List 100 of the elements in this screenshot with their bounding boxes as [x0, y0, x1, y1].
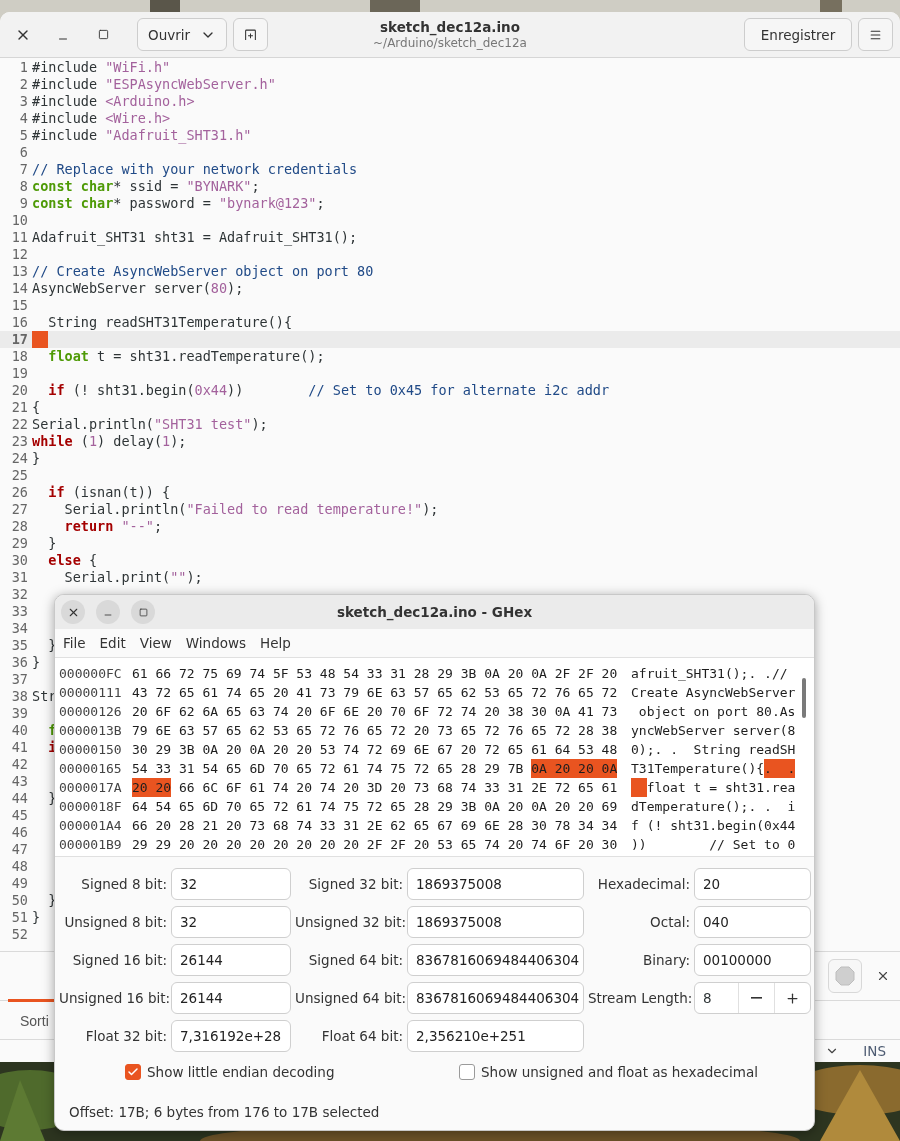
hex-offset: 0000018F	[59, 798, 123, 816]
field-label: Unsigned 32 bit:	[295, 914, 403, 930]
value-field[interactable]: 040	[694, 906, 811, 938]
plus-icon	[785, 990, 800, 1006]
line-number: 44	[10, 790, 29, 807]
code-line: Adafruit_SHT31 sht31 = Adafruit_SHT31();	[32, 229, 358, 246]
stop-button[interactable]	[828, 959, 862, 993]
menu-item[interactable]: File	[56, 635, 93, 651]
ascii-text[interactable]: float t = sht31.rea	[646, 778, 796, 797]
code-line: const char* password = "bynark@123";	[32, 195, 325, 212]
value-field[interactable]: 8367816069484406304	[407, 982, 584, 1014]
hex-bytes[interactable]: 29 29 20 20 20 20 20 20 20 20 2F 2F 20 53 65 74 20 74 6F 20 30	[132, 835, 618, 854]
line-number: 28	[10, 518, 29, 535]
checkbox[interactable]	[125, 1064, 141, 1080]
menu-item[interactable]: View	[132, 635, 179, 651]
scrollbar-thumb[interactable]	[802, 678, 806, 718]
hex-bytes[interactable]: 64 54 65 6D 70 65 72 61 74 75 72 65 28 29 3B 0A 20 0A 20 20 69	[132, 797, 618, 816]
close-icon[interactable]	[876, 969, 890, 983]
ascii-text[interactable]: afruit_SHT31();. .//	[631, 664, 796, 683]
code-line: // Replace with your network credentials	[32, 161, 358, 178]
hex-offset: 000001B9	[59, 836, 123, 854]
value-field[interactable]: 26144	[171, 982, 291, 1014]
menu-button[interactable]	[858, 18, 893, 51]
menu-item[interactable]: Help	[253, 635, 298, 651]
hex-bytes[interactable]: 30 29 3B 0A 20 0A 20 20 53 74 72 69 6E 67 20 72 65 61 64 53 48	[132, 740, 618, 759]
selected-text[interactable]: . .	[764, 759, 796, 778]
spin-value[interactable]: 8	[695, 983, 738, 1013]
line-number: 15	[10, 297, 29, 314]
code-line: #include "ESPAsyncWebServer.h"	[32, 76, 276, 93]
ascii-text[interactable]: yncWebServer server(8	[631, 721, 796, 740]
value-field[interactable]: 1869375008	[407, 906, 584, 938]
value-field[interactable]: 1869375008	[407, 868, 584, 900]
value-field[interactable]: 00100000	[694, 944, 811, 976]
save-button[interactable]: Enregistrer	[744, 18, 852, 51]
hex-offset: 00000126	[59, 703, 123, 721]
line-number: 47	[10, 841, 29, 858]
file-path: ~/Arduino/sketch_dec12a	[373, 35, 527, 51]
stream-length-spinner[interactable]: 8	[694, 982, 811, 1014]
line-number: 30	[10, 552, 29, 569]
value-field[interactable]: 26144	[171, 944, 291, 976]
hex-bytes[interactable]: 54 33 31 54 65 6D 70 65 72 61 74 75 72 65 28 29 7B	[132, 759, 524, 778]
line-number: 2	[18, 76, 29, 93]
ascii-text[interactable]: f (! sht31.begin(0x44	[631, 816, 796, 835]
minimize-button[interactable]	[96, 600, 120, 624]
status-text: Offset: 17B; 6 bytes from 176 to 17B selected	[68, 1104, 381, 1120]
line-number: 31	[10, 569, 29, 586]
code-line: Str	[32, 688, 57, 705]
new-tab-button[interactable]	[233, 18, 269, 51]
insert-mode-indicator[interactable]: INS	[863, 1043, 886, 1059]
hex-bytes[interactable]: 20 6F 62 6A 65 63 74 20 6F 6E 20 70 6F 72 74 20 38 30 0A 41 73	[132, 702, 618, 721]
value-field[interactable]: 2,356210e+251	[407, 1020, 584, 1052]
new-tab-icon	[244, 26, 258, 43]
menu-item[interactable]: Edit	[92, 635, 133, 651]
code-line: if (isnan(t)) {	[47, 484, 171, 501]
minus-icon	[751, 997, 762, 999]
code-line: while (1) delay(1);	[32, 433, 187, 450]
maximize-icon	[97, 29, 109, 40]
line-number: 48	[10, 858, 29, 875]
checkbox[interactable]	[459, 1064, 475, 1080]
checkbox-label[interactable]: Show unsigned and float as hexadecimal	[481, 1064, 758, 1080]
hex-bytes[interactable]: 66 20 28 21 20 73 68 74 33 31 2E 62 65 67 69 6E 28 30 78 34 34	[132, 816, 618, 835]
ascii-text[interactable]: Create AsyncWebServer	[631, 683, 796, 702]
hex-offset: 00000165	[59, 760, 123, 778]
code-line: Serial.println("Failed to read temperature!");	[63, 501, 439, 518]
selected-bytes[interactable]: 20 20	[132, 778, 172, 797]
code-line: }	[32, 909, 41, 926]
line-number: 52	[10, 926, 29, 943]
menu-item[interactable]: Windows	[178, 635, 254, 651]
ascii-text[interactable]: object on port 80.As	[631, 702, 796, 721]
hex-offset: 000000FC	[59, 665, 123, 683]
ascii-text[interactable]: )) // Set to 0	[631, 835, 796, 854]
code-line: const char* ssid = "BYNARK";	[32, 178, 260, 195]
hex-bytes[interactable]: 61 66 72 75 69 74 5F 53 48 54 33 31 28 29 3B 0A 20 0A 2F 2F 20	[132, 664, 618, 683]
line-number: 22	[10, 416, 29, 433]
checkbox-label[interactable]: Show little endian decoding	[147, 1064, 335, 1080]
maximize-button[interactable]	[131, 600, 155, 624]
field-label: Signed 64 bit:	[307, 952, 403, 968]
line-number: 14	[10, 280, 29, 297]
hex-bytes[interactable]: 43 72 65 61 74 65 20 41 73 79 6E 63 57 65 62 53 65 72 76 65 72	[132, 683, 618, 702]
selected-bytes[interactable]: 0A 20 20 0A	[531, 759, 618, 778]
value-field[interactable]: 32	[171, 906, 291, 938]
hex-bytes[interactable]: 79 6E 63 57 65 62 53 65 72 76 65 72 20 73 65 72 76 65 72 28 38	[132, 721, 618, 740]
value-field[interactable]: 7,316192e+28	[171, 1020, 291, 1052]
open-button[interactable]: Ouvrir	[137, 18, 228, 51]
value-field[interactable]: 20	[694, 868, 811, 900]
field-label: Unsigned 16 bit:	[59, 990, 167, 1006]
close-button[interactable]	[61, 600, 85, 624]
ascii-text[interactable]: T31Temperature(){	[631, 759, 765, 778]
stop-icon	[835, 966, 855, 986]
line-number: 9	[18, 195, 29, 212]
field-label: Float 32 bit:	[84, 1028, 167, 1044]
value-field[interactable]: 32	[171, 868, 291, 900]
value-field[interactable]: 8367816069484406304	[407, 944, 584, 976]
ascii-text[interactable]: 0);. . String readSH	[631, 740, 796, 759]
line-number: 8	[18, 178, 29, 195]
window-title: sketch_dec12a.ino	[380, 18, 520, 35]
code-line: {	[32, 399, 41, 416]
line-number: 50	[10, 892, 29, 909]
hex-bytes[interactable]: 66 6C 6F 61 74 20 74 20 3D 20 73 68 74 33 31 2E 72 65 61	[178, 778, 618, 797]
ascii-text[interactable]: dTemperature();. . i	[631, 797, 796, 816]
